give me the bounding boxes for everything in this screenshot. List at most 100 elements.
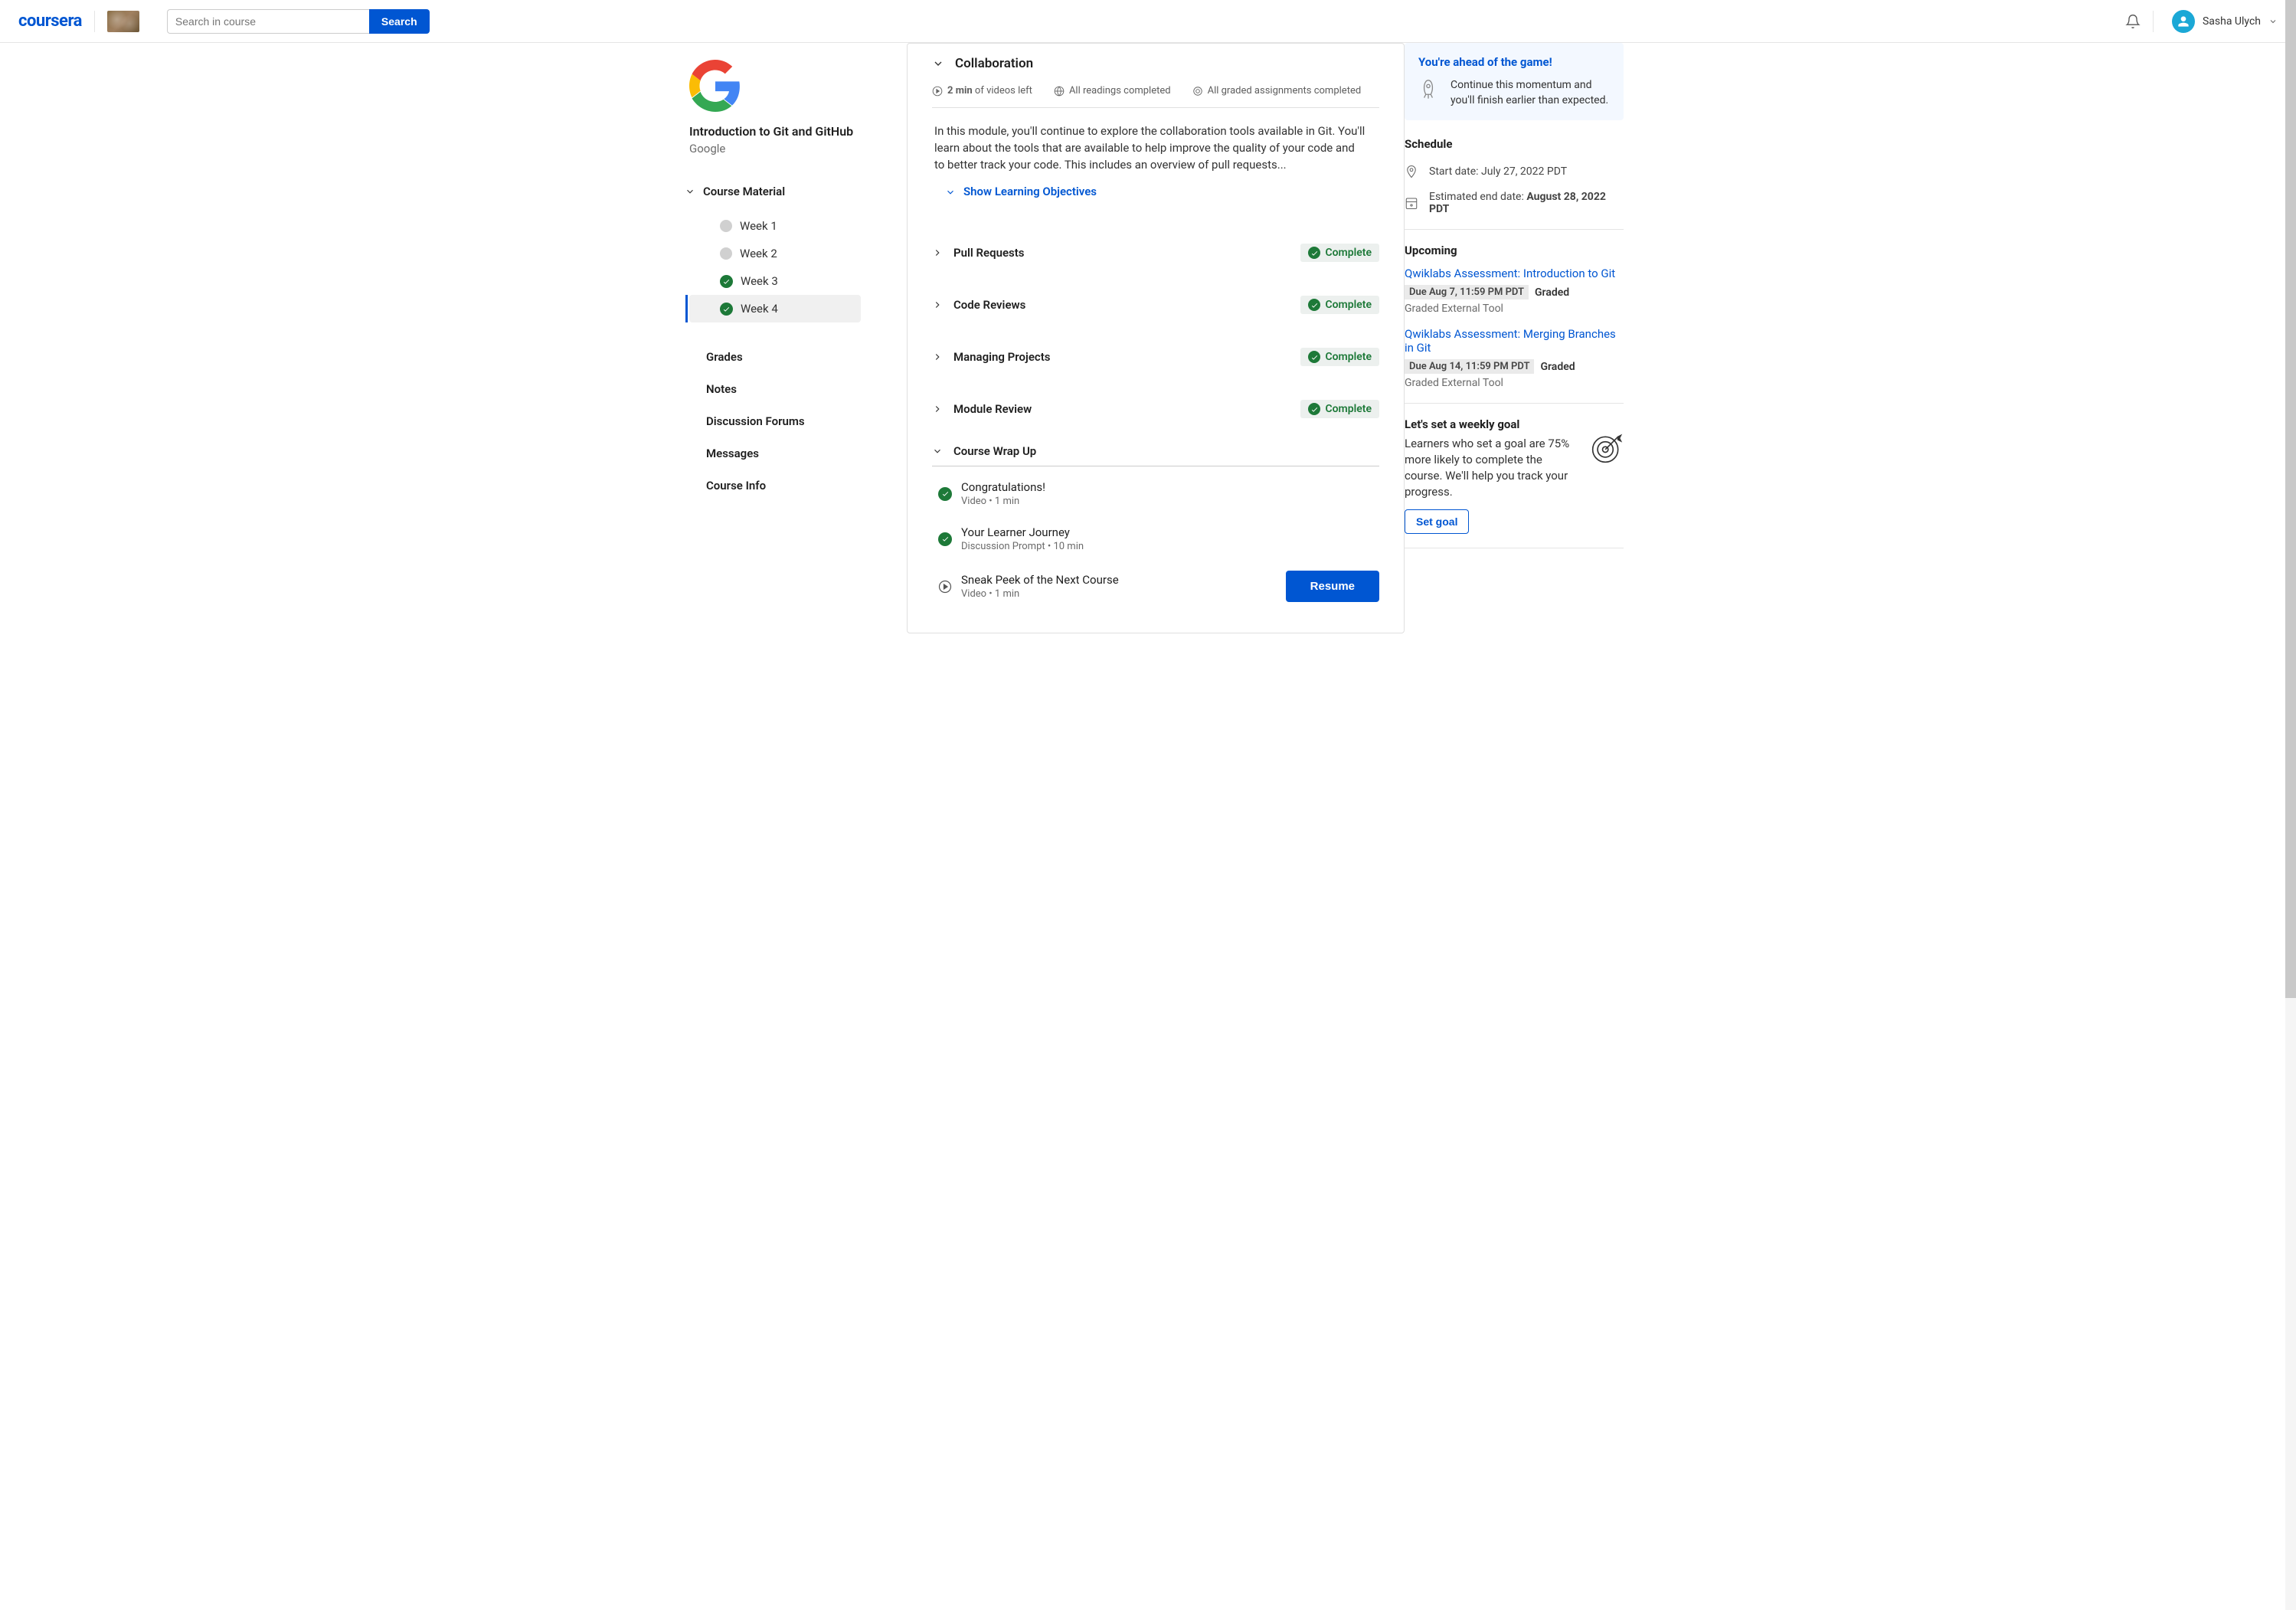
lesson-title: Congratulations! [961, 480, 1379, 494]
badge-icon [1192, 86, 1203, 97]
section-title: Module Review [953, 402, 1032, 416]
lesson-title: Sneak Peek of the Next Course [961, 573, 1277, 587]
check-icon [1308, 247, 1320, 259]
module-stats: 2 min of videos left All readings comple… [932, 85, 1379, 108]
nav-messages[interactable]: Messages [689, 437, 907, 470]
sidebar-item-week-2[interactable]: Week 2 [689, 240, 907, 267]
main-content: Collaboration 2 min of videos left All r… [907, 43, 1405, 633]
wrapup-toggle[interactable]: Course Wrap Up [932, 435, 1379, 466]
scrollbar-thumb[interactable] [2285, 0, 2296, 998]
check-icon [938, 532, 952, 546]
nav-forums[interactable]: Discussion Forums [689, 405, 907, 437]
nav-courseinfo[interactable]: Course Info [689, 470, 907, 502]
status-dot-icon [720, 220, 732, 232]
divider [1405, 229, 1624, 230]
sidebar-item-week-4[interactable]: Week 4 [689, 295, 861, 322]
header: coursera Search Sasha Ulych [0, 0, 2296, 43]
play-icon [938, 580, 952, 594]
chevron-down-icon [945, 187, 956, 198]
due-badge: Due Aug 14, 11:59 PM PDT [1405, 359, 1534, 374]
right-sidebar: You're ahead of the game! Continue this … [1405, 43, 1642, 633]
stat-readings-text: All readings completed [1069, 85, 1171, 97]
upcoming-title: Upcoming [1405, 244, 1624, 257]
section-code-reviews[interactable]: Code Reviews Complete [932, 279, 1379, 331]
module-title: Collaboration [955, 56, 1033, 71]
chevron-right-icon [932, 404, 943, 414]
user-menu[interactable]: Sasha Ulych [2172, 10, 2278, 33]
nav-grades[interactable]: Grades [689, 341, 907, 373]
org-thumbnail[interactable] [107, 11, 139, 32]
lesson-congratulations[interactable]: Congratulations! Video • 1 min [932, 471, 1379, 516]
play-icon [932, 86, 943, 97]
check-icon [1308, 403, 1320, 415]
chevron-down-icon [932, 57, 944, 70]
module-header: Collaboration 2 min of videos left All r… [908, 44, 1404, 108]
upcoming-link[interactable]: Qwiklabs Assessment: Introduction to Git [1405, 267, 1624, 280]
avatar [2172, 10, 2195, 33]
chevron-down-icon [685, 186, 695, 197]
stat-assignments: All graded assignments completed [1192, 85, 1362, 97]
week-label: Week 3 [741, 274, 778, 288]
check-icon [720, 275, 733, 288]
header-divider-2 [2153, 11, 2154, 32]
stat-assignments-text: All graded assignments completed [1208, 85, 1362, 97]
graded-label: Graded [1540, 361, 1575, 373]
week-list: Week 1 Week 2 Week 3 Week 4 [689, 212, 907, 322]
section-module-review[interactable]: Module Review Complete [932, 383, 1379, 435]
set-goal-button[interactable]: Set goal [1405, 509, 1469, 534]
chevron-right-icon [932, 247, 943, 258]
lesson-sneak-peek[interactable]: Sneak Peek of the Next Course Video • 1 … [932, 561, 1379, 611]
graded-label: Graded [1535, 286, 1569, 299]
sidebar-item-week-3[interactable]: Week 3 [689, 267, 907, 295]
resume-button[interactable]: Resume [1286, 571, 1379, 602]
sidebar-item-week-1[interactable]: Week 1 [689, 212, 907, 240]
module-card: Collaboration 2 min of videos left All r… [907, 43, 1405, 633]
scrollbar[interactable] [2285, 0, 2296, 1610]
sidebar: Introduction to Git and GitHub Google Co… [654, 43, 907, 633]
due-badge: Due Aug 7, 11:59 PM PDT [1405, 285, 1529, 299]
chevron-right-icon [932, 299, 943, 310]
search-button[interactable]: Search [369, 9, 430, 34]
globe-icon [1054, 86, 1065, 97]
show-objectives-label: Show Learning Objectives [963, 184, 1097, 201]
nav-notes[interactable]: Notes [689, 373, 907, 405]
section-label: Course Material [703, 185, 785, 198]
ahead-title: You're ahead of the game! [1418, 55, 1610, 69]
course-material-toggle[interactable]: Course Material [685, 185, 907, 198]
notifications-button[interactable] [2125, 13, 2141, 30]
check-icon [1308, 299, 1320, 311]
course-provider: Google [689, 142, 907, 155]
container: Introduction to Git and GitHub Google Co… [654, 43, 1642, 633]
start-date-row: Start date: July 27, 2022 PDT [1405, 163, 1624, 180]
section-title: Managing Projects [953, 350, 1050, 364]
rocket-icon [1418, 78, 1438, 106]
section-list: Pull Requests Complete Code Reviews Comp… [908, 218, 1404, 633]
tool-label: Graded External Tool [1405, 377, 1624, 389]
section-title: Code Reviews [953, 298, 1025, 312]
divider [1405, 403, 1624, 404]
bell-icon [2125, 13, 2141, 30]
ahead-text: Continue this momentum and you'll finish… [1451, 78, 1610, 108]
target-icon [1590, 431, 1624, 465]
show-objectives-button[interactable]: Show Learning Objectives [934, 173, 1365, 218]
week-label: Week 1 [740, 219, 777, 233]
goal-section: Let's set a weekly goal Learners who set… [1405, 417, 1624, 534]
complete-badge: Complete [1300, 400, 1379, 418]
coursera-logo[interactable]: coursera [18, 11, 82, 31]
lesson-learner-journey[interactable]: Your Learner Journey Discussion Prompt •… [932, 516, 1379, 561]
week-label: Week 4 [741, 302, 778, 316]
upcoming-link[interactable]: Qwiklabs Assessment: Merging Branches in… [1405, 327, 1624, 355]
section-managing-projects[interactable]: Managing Projects Complete [932, 331, 1379, 383]
lesson-meta: Video • 1 min [961, 496, 1379, 507]
upcoming-item-1: Qwiklabs Assessment: Introduction to Git… [1405, 267, 1624, 315]
status-dot-icon [720, 247, 732, 260]
search-input[interactable] [167, 9, 369, 34]
calendar-icon [1405, 195, 1418, 211]
module-title-row[interactable]: Collaboration [932, 56, 1379, 71]
goal-text: Learners who set a goal are 75% more lik… [1405, 436, 1581, 500]
section-pull-requests[interactable]: Pull Requests Complete [932, 227, 1379, 279]
start-date: Start date: July 27, 2022 PDT [1429, 165, 1567, 178]
module-description: In this module, you'll continue to explo… [908, 108, 1404, 173]
ahead-box: You're ahead of the game! Continue this … [1405, 43, 1624, 120]
end-date-row: Estimated end date: August 28, 2022 PDT [1405, 191, 1624, 215]
